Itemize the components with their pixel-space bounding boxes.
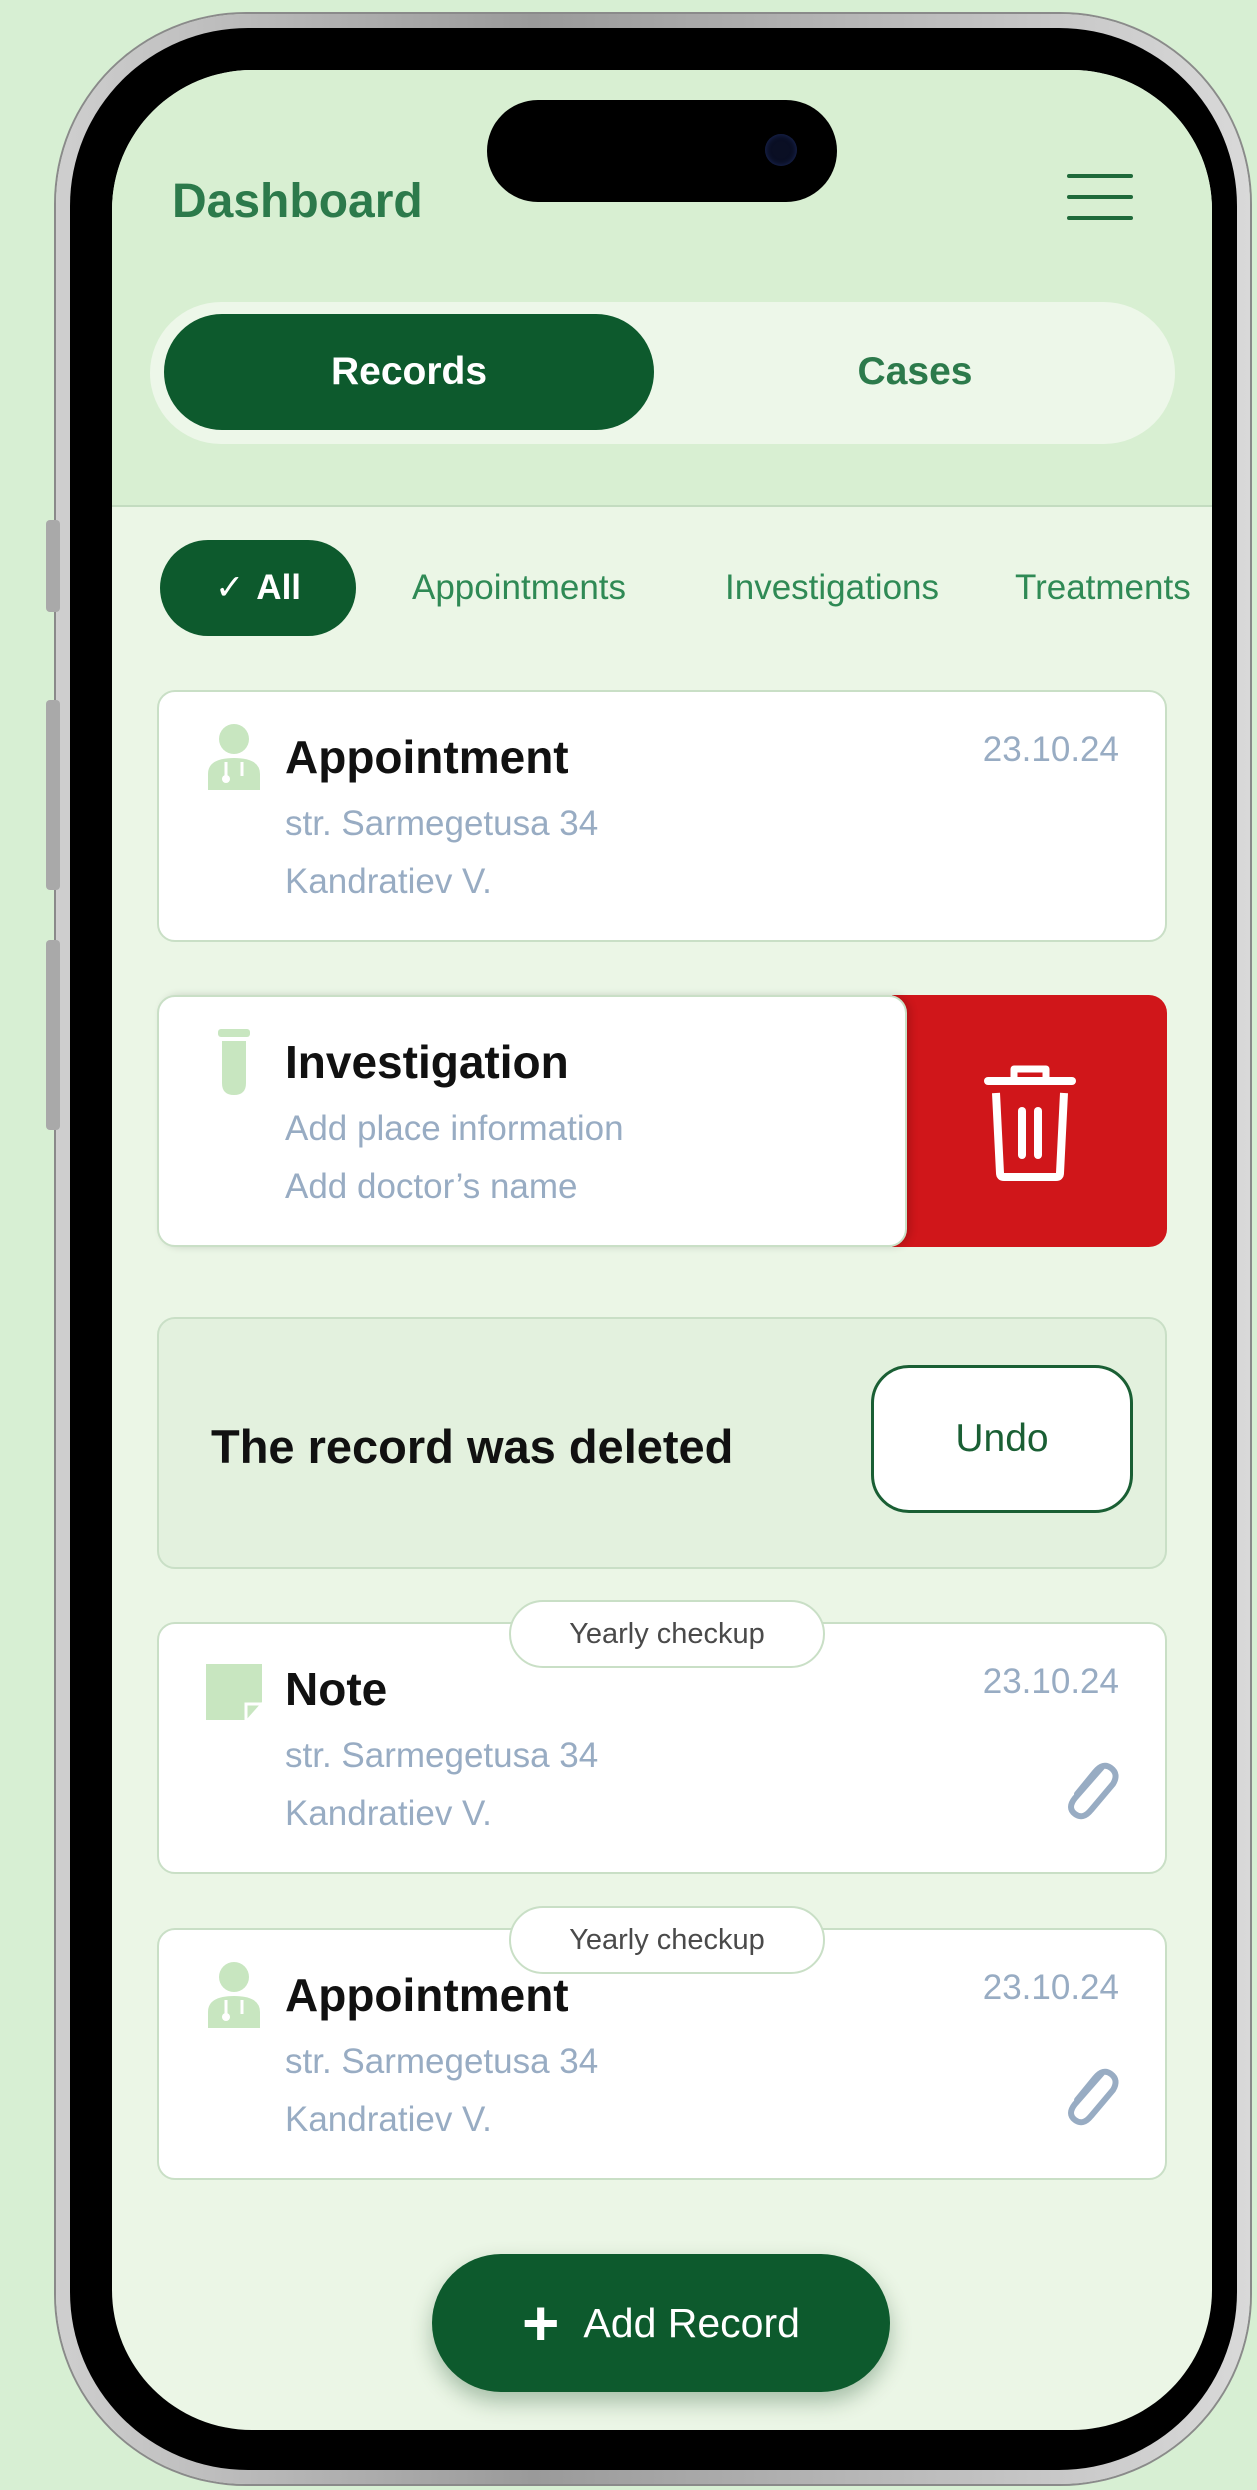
- deleted-snackbar: The record was deleted Undo: [157, 1317, 1167, 1569]
- app-screen: Dashboard Records Cases ✓ All Appointmen…: [112, 70, 1212, 2430]
- dynamic-island: [487, 100, 837, 202]
- filter-chip-label: All: [256, 568, 302, 607]
- filter-chips: ✓ All Appointments Investigations Treatm…: [160, 540, 1212, 636]
- note-icon: [206, 1664, 262, 1720]
- trash-icon: [984, 1065, 1076, 1181]
- record-doctor: Kandratiev V.: [285, 1794, 492, 1833]
- record-date: 23.10.24: [982, 1968, 1119, 2007]
- record-doctor: Add doctor’s name: [285, 1167, 578, 1206]
- add-record-label: Add Record: [583, 2299, 800, 2346]
- plus-icon: +: [522, 2287, 560, 2359]
- attachment-icon[interactable]: [1059, 1752, 1123, 1822]
- filter-chip-appointments[interactable]: Appointments: [412, 568, 626, 608]
- side-button: [46, 700, 60, 890]
- page-title: Dashboard: [172, 175, 423, 228]
- record-type: Appointment: [285, 731, 569, 783]
- record-place: str. Sarmegetusa 34: [285, 1736, 599, 1775]
- record-doctor: Kandratiev V.: [285, 2100, 492, 2139]
- record-place: Add place information: [285, 1109, 624, 1148]
- record-date: 23.10.24: [982, 1662, 1119, 1701]
- record-type: Investigation: [285, 1036, 569, 1088]
- test-tube-icon: [218, 1029, 250, 1095]
- filter-chip-all[interactable]: ✓ All: [160, 540, 356, 636]
- side-button: [46, 520, 60, 612]
- add-record-button[interactable]: + Add Record: [432, 2254, 890, 2392]
- tab-records[interactable]: Records: [164, 314, 654, 430]
- camera-icon: [765, 134, 797, 166]
- hamburger-menu-icon[interactable]: [1067, 170, 1133, 224]
- record-type: Note: [285, 1663, 388, 1715]
- check-icon: ✓: [214, 568, 245, 607]
- undo-button[interactable]: Undo: [871, 1365, 1133, 1513]
- snackbar-message: The record was deleted: [211, 1420, 734, 1473]
- record-place: str. Sarmegetusa 34: [285, 2042, 599, 2081]
- tag-badge: Yearly checkup: [509, 1906, 825, 1974]
- tag-badge: Yearly checkup: [509, 1600, 825, 1668]
- doctor-icon: [208, 1962, 260, 2028]
- doctor-icon: [208, 724, 260, 790]
- record-place: str. Sarmegetusa 34: [285, 804, 599, 843]
- segmented-control: Records Cases: [150, 302, 1175, 444]
- record-type: Appointment: [285, 1969, 569, 2021]
- tab-cases[interactable]: Cases: [670, 314, 1160, 430]
- side-button: [46, 940, 60, 1130]
- record-doctor: Kandratiev V.: [285, 862, 492, 901]
- filter-chip-treatments[interactable]: Treatments: [1015, 568, 1191, 608]
- record-card-swiped[interactable]: Investigation Add place information Add …: [157, 995, 907, 1247]
- attachment-icon[interactable]: [1059, 2058, 1123, 2128]
- delete-button[interactable]: [892, 995, 1167, 1247]
- record-date: 23.10.24: [982, 730, 1119, 769]
- record-card[interactable]: Appointment str. Sarmegetusa 34 Kandrati…: [157, 690, 1167, 942]
- filter-chip-investigations[interactable]: Investigations: [725, 568, 939, 608]
